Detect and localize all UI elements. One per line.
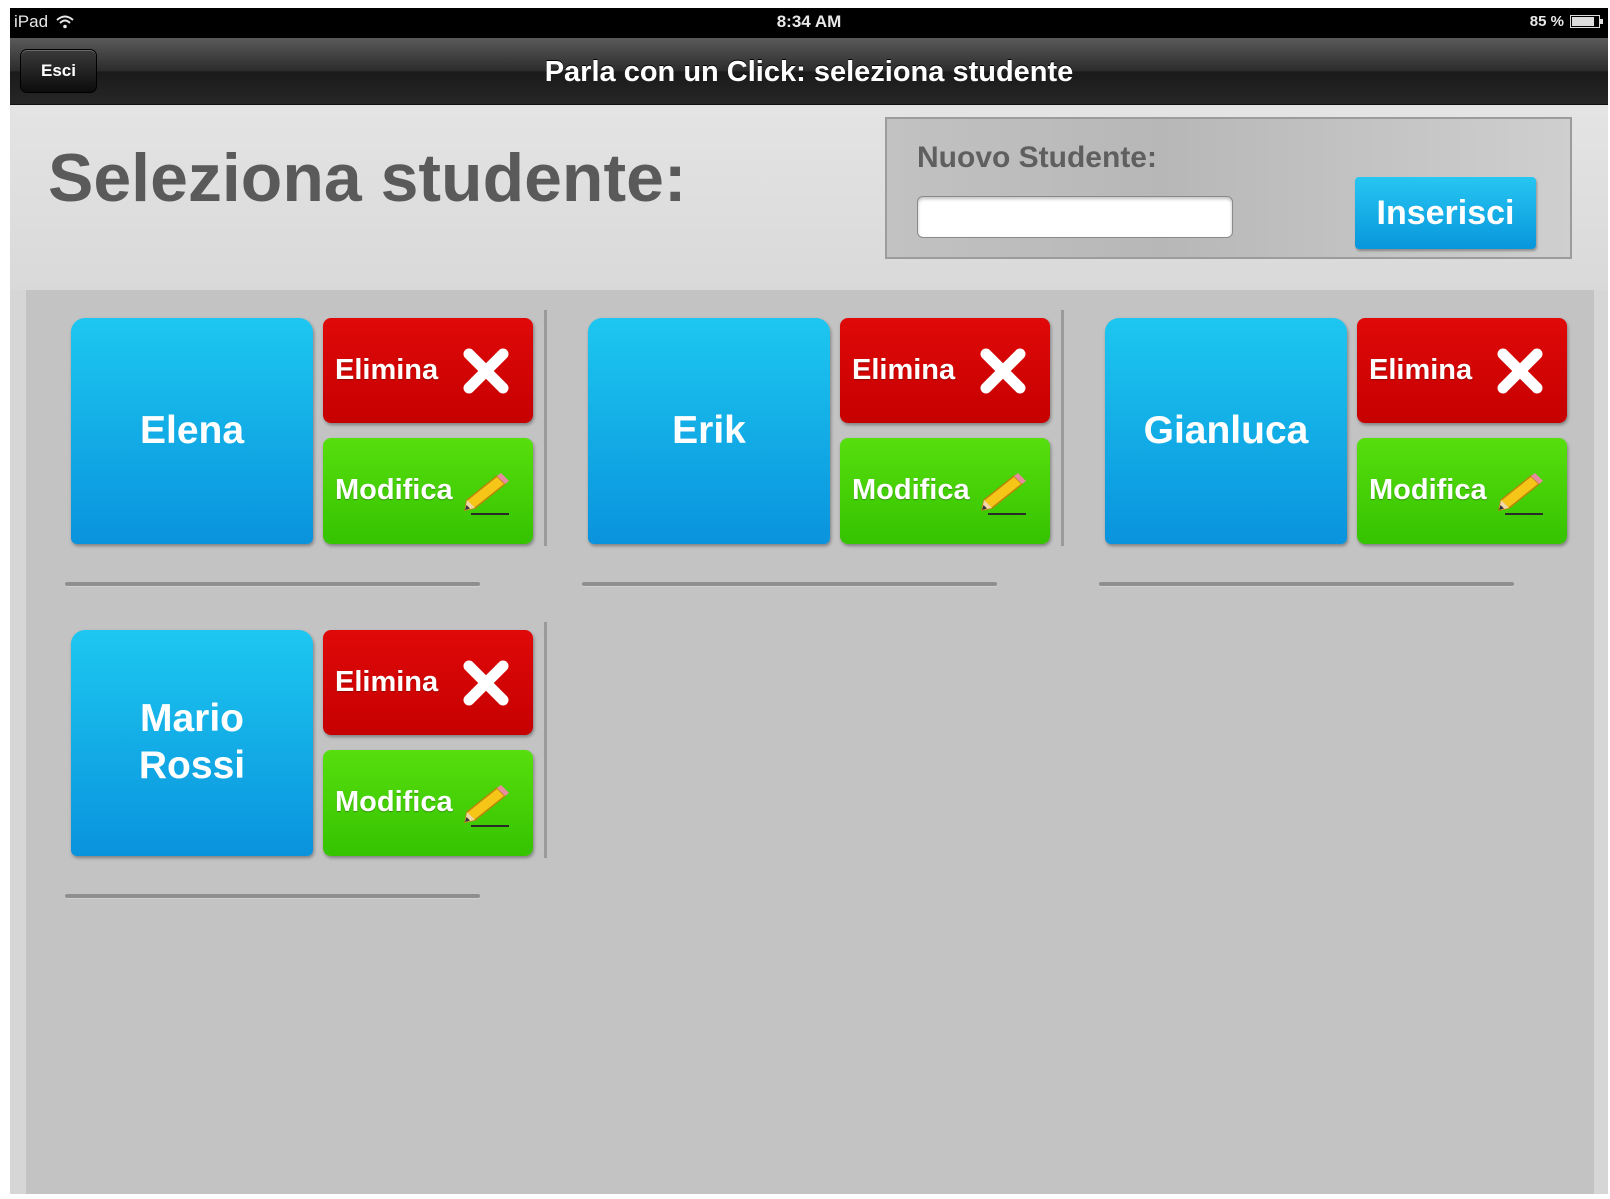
student-button[interactable]: Gianluca bbox=[1105, 318, 1347, 544]
ipad-screen: iPad 8:34 AM 85 % Esci Parla con un Clic… bbox=[10, 8, 1608, 1194]
pencil-icon bbox=[1498, 473, 1543, 515]
row-divider bbox=[65, 894, 480, 898]
student-card: Gianluca Elimina Modifica bbox=[1089, 304, 1567, 544]
student-button[interactable]: Elena bbox=[71, 318, 313, 544]
student-name: Mario Rossi bbox=[138, 697, 246, 787]
status-time: 8:34 AM bbox=[776, 12, 842, 31]
student-card: Erik Elimina Modifica bbox=[572, 304, 1050, 544]
student-card: Elena Elimina Modifica bbox=[55, 304, 533, 544]
navigation-bar: Esci Parla con un Click: seleziona stude… bbox=[10, 38, 1608, 105]
new-student-label: Nuovo Studente: bbox=[917, 141, 1157, 174]
delete-button[interactable]: Elimina bbox=[1357, 318, 1567, 423]
delete-label: Elimina bbox=[335, 354, 439, 386]
x-icon bbox=[980, 348, 1026, 394]
new-student-input[interactable] bbox=[917, 196, 1233, 238]
pencil-icon bbox=[464, 785, 509, 827]
header-area: Seleziona studente: Nuovo Studente: Inse… bbox=[10, 105, 1608, 290]
student-button[interactable]: Mario Rossi bbox=[71, 630, 313, 856]
delete-label: Elimina bbox=[1369, 354, 1473, 386]
row-divider bbox=[65, 582, 480, 586]
edit-button[interactable]: Modifica bbox=[323, 750, 533, 856]
battery-percent: 85 % bbox=[1529, 13, 1564, 30]
edit-button[interactable]: Modifica bbox=[323, 438, 533, 544]
delete-label: Elimina bbox=[852, 354, 956, 386]
student-button[interactable]: Erik bbox=[588, 318, 830, 544]
insert-button[interactable]: Inserisci bbox=[1355, 177, 1536, 249]
student-grid: Elena Elimina Modifica Erik Elimina Modi… bbox=[26, 290, 1594, 1194]
new-student-panel: Nuovo Studente: Inserisci bbox=[885, 117, 1572, 259]
edit-label: Modifica bbox=[335, 786, 453, 818]
row-divider bbox=[1099, 582, 1514, 586]
pencil-icon bbox=[981, 473, 1026, 515]
nav-title: Parla con un Click: seleziona studente bbox=[544, 56, 1074, 88]
delete-button[interactable]: Elimina bbox=[323, 318, 533, 423]
edit-label: Modifica bbox=[335, 474, 453, 506]
column-divider bbox=[544, 622, 547, 858]
x-icon bbox=[463, 348, 509, 394]
edit-label: Modifica bbox=[1369, 474, 1487, 506]
pencil-icon bbox=[464, 473, 509, 515]
delete-label: Elimina bbox=[335, 666, 439, 698]
edit-button[interactable]: Modifica bbox=[840, 438, 1050, 544]
delete-button[interactable]: Elimina bbox=[323, 630, 533, 735]
row-divider bbox=[582, 582, 997, 586]
student-card: Mario Rossi Elimina Modifica bbox=[55, 616, 533, 856]
column-divider bbox=[1061, 310, 1064, 546]
edit-label: Modifica bbox=[852, 474, 970, 506]
delete-button[interactable]: Elimina bbox=[840, 318, 1050, 423]
battery-icon bbox=[1570, 15, 1603, 28]
edit-button[interactable]: Modifica bbox=[1357, 438, 1567, 544]
x-icon bbox=[463, 660, 509, 706]
page-title: Seleziona studente: bbox=[48, 140, 687, 216]
x-icon bbox=[1497, 348, 1543, 394]
column-divider bbox=[544, 310, 547, 546]
status-bar: iPad 8:34 AM 85 % bbox=[10, 8, 1608, 38]
